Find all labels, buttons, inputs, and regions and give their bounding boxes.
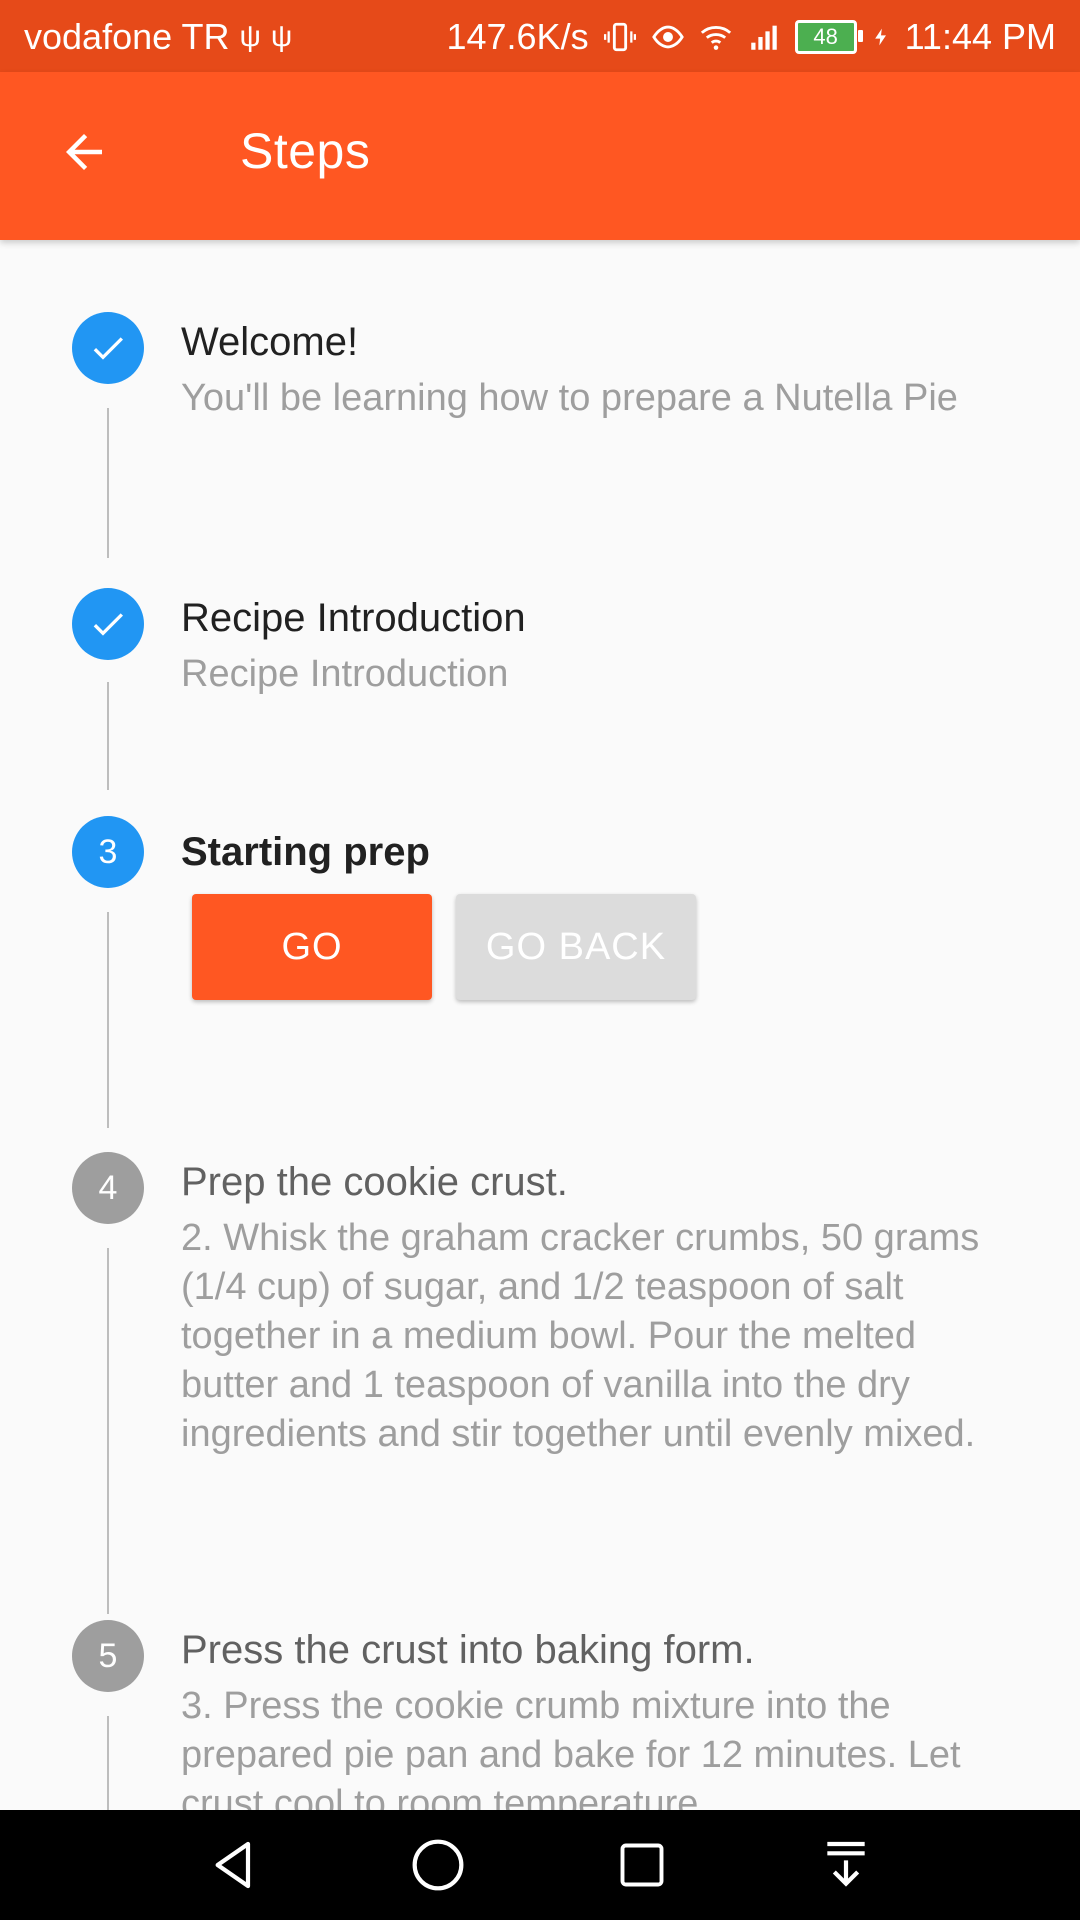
usb-icon: ψ (239, 20, 261, 53)
nav-home-button[interactable] (403, 1830, 473, 1900)
circle-home-icon (412, 1839, 464, 1891)
vibrate-icon (603, 22, 636, 52)
pull-down-icon (827, 1841, 865, 1887)
step-3-title: Starting prep (181, 830, 430, 874)
carrier-name: vodafone TR (24, 16, 230, 57)
battery-icon: 48 (794, 20, 863, 54)
go-button[interactable]: GO (192, 894, 432, 1000)
step-4-title: Prep the cookie crust. (181, 1160, 568, 1204)
step-1-text: Welcome! You'll be learning how to prepa… (181, 318, 1011, 423)
step-1-indicator (72, 312, 144, 384)
step-5-title: Press the crust into baking form. (181, 1628, 755, 1672)
page-title: Steps (240, 123, 371, 179)
usb-icon: ψ (270, 20, 293, 53)
status-bar: vodafone TR ψ ψ 147.6K/s 48 11:44 PM (0, 0, 1080, 72)
charging-icon (874, 28, 886, 46)
stepper: Welcome! You'll be learning how to prepa… (0, 240, 1080, 1810)
nav-back-button[interactable] (199, 1830, 269, 1900)
step-2-text: Recipe Introduction Recipe Introduction (181, 594, 1011, 699)
step-connector (107, 408, 109, 558)
network-speed: 147.6K/s (446, 16, 589, 57)
step-1-summary: You'll be learning how to prepare a Nute… (181, 377, 958, 419)
step-5-number: 5 (98, 1636, 118, 1675)
step-4-number: 4 (98, 1168, 118, 1207)
step-2-indicator (72, 588, 144, 660)
wifi-icon (700, 26, 731, 50)
step-4-indicator: 4 (72, 1152, 144, 1224)
clock: 11:44 PM (904, 16, 1056, 57)
step-2-summary: Recipe Introduction (181, 653, 509, 695)
square-recents-icon (620, 1843, 664, 1887)
step-connector (107, 1248, 109, 1614)
step-1-title: Welcome! (181, 320, 359, 364)
app-bar: Steps (0, 72, 1080, 240)
step-4-summary: 2. Whisk the graham cracker crumbs, 50 g… (181, 1217, 980, 1455)
go-back-button[interactable]: GO BACK (456, 894, 696, 1000)
battery-level: 48 (813, 24, 838, 49)
step-5-summary: 3. Press the cookie crumb mixture into t… (181, 1685, 961, 1810)
status-right: 147.6K/s 48 11:44 PM (446, 16, 1056, 58)
step-connector (107, 1716, 109, 1810)
navigation-bar (0, 1810, 1080, 1920)
step-4-text: Prep the cookie crust. 2. Whisk the grah… (181, 1158, 1011, 1459)
check-icon (93, 337, 123, 360)
signal-icon (750, 25, 777, 50)
status-carrier: vodafone TR ψ ψ (24, 16, 292, 58)
step-2-title: Recipe Introduction (181, 596, 526, 640)
step-connector (107, 912, 109, 1128)
step-5-indicator: 5 (72, 1620, 144, 1692)
step-3-number: 3 (98, 832, 118, 871)
step-5-text: Press the crust into baking form. 3. Pre… (181, 1626, 1011, 1810)
nav-recents-button[interactable] (607, 1830, 677, 1900)
step-3-text: Starting prep (181, 828, 1011, 876)
step-3-indicator: 3 (72, 816, 144, 888)
nav-notifications-button[interactable] (811, 1830, 881, 1900)
back-button[interactable] (48, 116, 120, 188)
check-icon (93, 613, 123, 636)
eye-icon (651, 25, 684, 49)
step-connector (107, 682, 109, 790)
arrow-back-icon (66, 134, 102, 170)
triangle-back-icon (215, 1841, 251, 1889)
